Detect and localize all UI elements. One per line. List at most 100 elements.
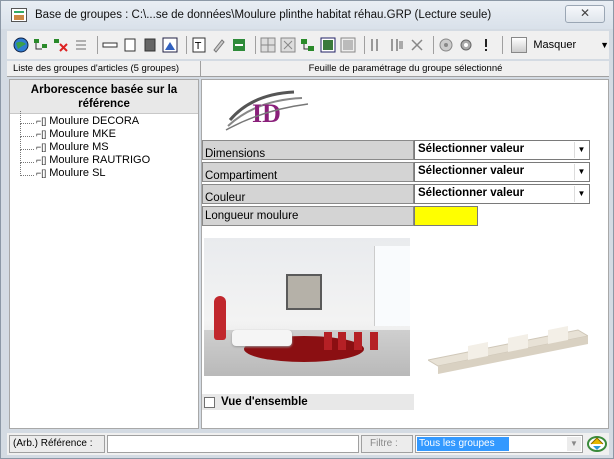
toolbar-separator xyxy=(364,36,366,54)
filter-value: Tous les groupes xyxy=(417,437,509,451)
tree-connector xyxy=(20,137,34,150)
green-icon[interactable] xyxy=(231,36,247,54)
tree-item[interactable]: ⌐[] Moulure SL xyxy=(10,163,198,179)
overview-label: Vue d'ensemble xyxy=(221,396,308,408)
tree-connector xyxy=(20,124,34,137)
overview-checkbox[interactable] xyxy=(204,396,215,408)
reference-input[interactable] xyxy=(107,435,359,453)
toolbar: T Masquer ▼ xyxy=(7,31,609,59)
param-sheet-header: Feuille de paramétrage du groupe sélecti… xyxy=(308,63,503,74)
tree-icon[interactable] xyxy=(33,36,49,54)
chevron-down-icon: ▼ xyxy=(600,40,610,50)
grid2-icon[interactable] xyxy=(280,36,296,54)
group-tree-panel: Arborescence basée sur la référence ⌐[] M… xyxy=(9,79,199,429)
image-icon[interactable] xyxy=(320,36,336,54)
new-icon[interactable] xyxy=(369,36,385,54)
edit-icon[interactable] xyxy=(211,36,227,54)
filter-label: Filtre : xyxy=(361,435,413,453)
tree-connector xyxy=(20,163,34,176)
chevron-down-icon[interactable]: ▼ xyxy=(567,437,581,451)
hide-label: Masquer xyxy=(533,39,577,51)
title-bar[interactable]: Base de groupes : C:\...se de données\Mo… xyxy=(1,1,613,29)
group-node-icon: ⌐[] xyxy=(36,128,47,139)
toolbar-separator xyxy=(97,36,99,54)
chevron-down-icon[interactable]: ▼ xyxy=(574,164,588,180)
app-icon xyxy=(11,8,27,22)
line-icon[interactable] xyxy=(102,36,118,54)
room-vase xyxy=(214,296,226,340)
filter-select[interactable]: Tous les groupes ▼ xyxy=(415,435,583,453)
param-label: Dimensions xyxy=(202,140,414,160)
tree-item-label: Moulure MS xyxy=(49,140,109,153)
param-label: Couleur xyxy=(202,184,414,204)
hide-icon xyxy=(511,37,528,53)
param-sheet-panel: ID Dimensions Sélectionner valeur ▼ Comp… xyxy=(201,79,609,429)
circle-icon[interactable] xyxy=(438,36,454,54)
compartiment-select[interactable]: Sélectionner valeur ▼ xyxy=(414,162,590,182)
group-node-icon: ⌐[] xyxy=(36,141,47,152)
toolbar-separator xyxy=(433,36,435,54)
overview-toggle[interactable]: Vue d'ensemble xyxy=(202,394,414,410)
tree-item[interactable]: ⌐[] Moulure RAUTRIGO xyxy=(10,150,198,166)
panel-headers: Liste des groupes d'articles (5 groupes)… xyxy=(7,61,609,77)
reference-label: (Arb.) Référence : xyxy=(9,435,105,453)
room-chair xyxy=(324,332,332,350)
chart-icon[interactable] xyxy=(162,36,178,54)
tree-item-label: Moulure MKE xyxy=(49,127,116,140)
group-node-icon: ⌐[] xyxy=(36,167,47,178)
delete-icon[interactable] xyxy=(409,36,425,54)
moulding-profile-image xyxy=(428,326,588,374)
room-artwork xyxy=(286,274,322,310)
toolbar-separator xyxy=(255,36,257,54)
brand-logo: ID xyxy=(225,90,309,131)
group-list-header: Liste des groupes d'articles (5 groupes) xyxy=(7,61,201,77)
select-value: Sélectionner valeur xyxy=(418,143,525,155)
select-value: Sélectionner valeur xyxy=(418,187,525,199)
select-value: Sélectionner valeur xyxy=(418,165,525,177)
refresh-icon[interactable] xyxy=(587,435,607,453)
tree-item-label: Moulure RAUTRIGO xyxy=(49,153,151,166)
toolbar-separator xyxy=(186,36,188,54)
exclaim-icon[interactable] xyxy=(478,36,494,54)
hide-dropdown[interactable]: Masquer ▼ xyxy=(511,37,609,53)
length-input[interactable] xyxy=(414,206,478,226)
tree-connector xyxy=(20,111,34,124)
rect-icon[interactable] xyxy=(122,36,138,54)
photo-icon[interactable] xyxy=(340,36,356,54)
tree-item-label: Moulure DECORA xyxy=(49,114,140,127)
dimensions-select[interactable]: Sélectionner valeur ▼ xyxy=(414,140,590,160)
room-window xyxy=(374,246,410,326)
chevron-down-icon[interactable]: ▼ xyxy=(574,186,588,202)
text-icon[interactable]: T xyxy=(191,36,207,54)
group-node-icon: ⌐[] xyxy=(36,115,47,126)
group-node-icon: ⌐[] xyxy=(36,154,47,165)
tree-title: Arborescence basée sur la référence xyxy=(10,80,198,114)
list-icon[interactable] xyxy=(73,36,89,54)
globe-icon[interactable] xyxy=(13,36,29,54)
tree-item[interactable]: ⌐[] Moulure MKE xyxy=(10,124,198,140)
tree-item[interactable]: ⌐[] Moulure DECORA xyxy=(10,111,198,127)
dark-rect-icon[interactable] xyxy=(142,36,158,54)
svg-text:T: T xyxy=(194,41,202,52)
tree-delete-icon[interactable] xyxy=(53,36,69,54)
tree-item-label: Moulure SL xyxy=(49,166,106,179)
gear-icon[interactable] xyxy=(458,36,474,54)
new2-icon[interactable] xyxy=(389,36,405,54)
room-chair xyxy=(354,332,362,350)
chevron-down-icon[interactable]: ▼ xyxy=(574,142,588,158)
tree-items: ⌐[] Moulure DECORA ⌐[] Moulure MKE ⌐[] Moulur… xyxy=(10,111,198,179)
toolbar-separator xyxy=(502,36,504,54)
bottom-bar: (Arb.) Référence : Filtre : Tous les gro… xyxy=(7,433,609,455)
room-chair xyxy=(338,332,346,350)
param-label: Longueur moulure xyxy=(202,206,414,226)
room-sofa xyxy=(232,330,292,346)
room-photo xyxy=(204,238,410,376)
close-button[interactable]: ✕ xyxy=(565,5,605,23)
couleur-select[interactable]: Sélectionner valeur ▼ xyxy=(414,184,590,204)
grid-icon[interactable] xyxy=(260,36,276,54)
window-title: Base de groupes : C:\...se de données\Mo… xyxy=(35,9,492,21)
tree-green-icon[interactable] xyxy=(300,36,316,54)
tree-item[interactable]: ⌐[] Moulure MS xyxy=(10,137,198,153)
main-window: Base de groupes : C:\...se de données\Mo… xyxy=(0,0,614,459)
param-label: Compartiment xyxy=(202,162,414,182)
